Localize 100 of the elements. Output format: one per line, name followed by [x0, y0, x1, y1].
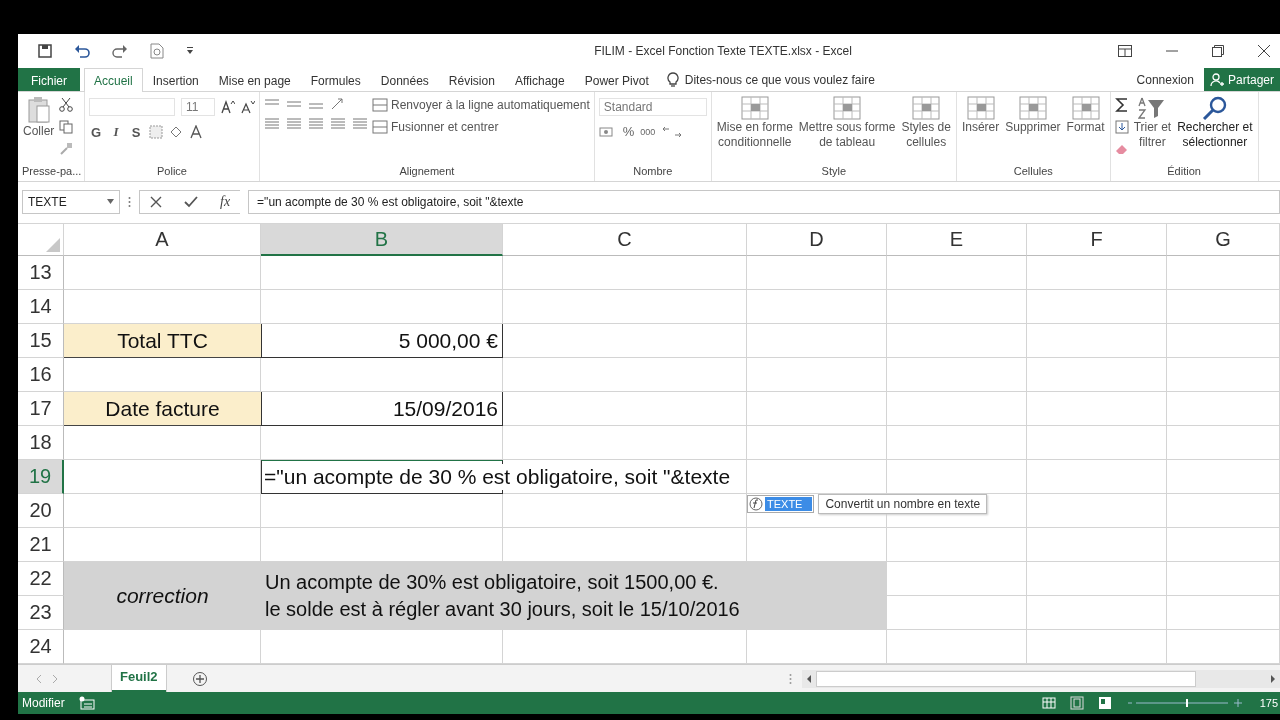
- ribbon-button[interactable]: Mise en forme conditionnelle: [715, 96, 794, 150]
- horizontal-scrollbar[interactable]: [802, 669, 1280, 688]
- undo-icon[interactable]: [74, 44, 90, 58]
- thousands-button[interactable]: 000: [640, 126, 656, 137]
- align-lines-icon[interactable]: [286, 98, 302, 110]
- ribbon-tab[interactable]: Formules: [300, 68, 371, 91]
- scissors-icon[interactable]: [59, 98, 74, 112]
- paintbrush-icon[interactable]: [59, 142, 74, 156]
- ribbon-tab[interactable]: Accueil: [84, 68, 143, 92]
- normal-view-icon[interactable]: [1041, 696, 1056, 710]
- row-header[interactable]: 17: [18, 392, 64, 426]
- bold-button[interactable]: G: [89, 124, 103, 140]
- cancel-icon[interactable]: [150, 195, 162, 208]
- fill-down-icon[interactable]: [1114, 120, 1129, 134]
- ribbon-tab[interactable]: Données: [370, 68, 439, 91]
- merge-icon: [372, 120, 388, 134]
- cell-editor[interactable]: ="un acompte de 30 % est obligatoire, soit "&texte: [264, 464, 731, 490]
- shrink-font-icon[interactable]: [241, 100, 255, 114]
- percent-button[interactable]: %: [622, 124, 635, 139]
- column-header[interactable]: B: [261, 224, 503, 256]
- print-preview-icon[interactable]: [150, 43, 164, 59]
- column-header[interactable]: G: [1167, 224, 1280, 256]
- insert-function-button[interactable]: fx: [220, 193, 231, 210]
- macro-record-icon[interactable]: [78, 696, 95, 710]
- close-icon[interactable]: [1258, 45, 1270, 57]
- column-header[interactable]: A: [64, 224, 261, 256]
- align-lines-icon[interactable]: [330, 118, 346, 130]
- copy-icon[interactable]: [59, 120, 74, 134]
- scroll-right-icon[interactable]: [52, 674, 58, 683]
- share-button[interactable]: Partager: [1203, 68, 1280, 91]
- ribbon-button[interactable]: Insérer: [960, 96, 1001, 135]
- row-header[interactable]: 13: [18, 256, 64, 290]
- font-color-icon[interactable]: [189, 125, 203, 139]
- number-format-field[interactable]: Standard: [598, 98, 707, 116]
- column-header[interactable]: E: [887, 224, 1027, 256]
- scroll-left-icon[interactable]: [36, 674, 42, 683]
- scroll-left-icon: [806, 674, 812, 683]
- row-header[interactable]: 18: [18, 426, 64, 460]
- wrap-text-button[interactable]: Renvoyer à la ligne automatiquement: [372, 98, 590, 112]
- row-header[interactable]: 21: [18, 528, 64, 562]
- align-lines-icon[interactable]: [308, 118, 324, 130]
- row-header[interactable]: 23: [18, 596, 64, 630]
- restore-icon[interactable]: [1212, 45, 1224, 57]
- ribbon-tab[interactable]: Insertion: [142, 68, 209, 91]
- row-header[interactable]: 22: [18, 562, 64, 596]
- column-header[interactable]: D: [747, 224, 887, 256]
- sheet-tab[interactable]: Feuil2: [112, 665, 166, 692]
- dropdown-arrow-icon: [107, 199, 114, 204]
- find-select-button[interactable]: Rechercher et sélectionner: [1176, 96, 1254, 150]
- checkmark-icon[interactable]: [184, 195, 198, 208]
- tell-me-field[interactable]: Dites-nous ce que vous voulez faire: [658, 68, 897, 91]
- orientation-icon[interactable]: [330, 98, 346, 110]
- ribbon-tab[interactable]: Power Pivot: [574, 68, 659, 91]
- font-name-field[interactable]: [89, 98, 175, 116]
- ribbon-button[interactable]: Format: [1065, 96, 1106, 135]
- table-grid-icon: [966, 96, 995, 120]
- eraser-icon[interactable]: [1114, 142, 1129, 156]
- ribbon-display-icon[interactable]: [1118, 45, 1132, 57]
- formula-field[interactable]: ="un acompte de 30 % est obligatoire, soit "&texte: [248, 189, 1280, 214]
- paste-button[interactable]: Coller: [22, 96, 56, 139]
- page-break-icon[interactable]: [1097, 696, 1112, 710]
- page-layout-icon[interactable]: [1069, 696, 1084, 710]
- table-grid-icon: [1071, 96, 1100, 120]
- save-icon[interactable]: [38, 44, 52, 58]
- sum-icon[interactable]: [1114, 98, 1129, 112]
- row-header[interactable]: 20: [18, 494, 64, 528]
- name-box[interactable]: TEXTE: [22, 189, 120, 214]
- font-size-field[interactable]: 11: [181, 98, 215, 116]
- ribbon-button[interactable]: Supprimer: [1004, 96, 1062, 135]
- italic-button[interactable]: I: [109, 124, 123, 140]
- wrap-text-icon: [372, 98, 388, 112]
- fill-color-icon[interactable]: [169, 125, 183, 139]
- row-header[interactable]: 24: [18, 630, 64, 664]
- column-header[interactable]: F: [1027, 224, 1167, 256]
- row-header[interactable]: 16: [18, 358, 64, 392]
- group-label: Alignement: [399, 165, 455, 177]
- file-tab[interactable]: Fichier: [18, 68, 80, 91]
- align-lines-icon[interactable]: [352, 118, 368, 130]
- ribbon-tab[interactable]: Affichage: [504, 68, 575, 91]
- merge-center-button[interactable]: Fusionner et centrer: [372, 120, 590, 134]
- ribbon-button[interactable]: Styles de cellules: [900, 96, 952, 150]
- ribbon-tab[interactable]: Mise en page: [208, 68, 301, 91]
- table-grid-icon: [740, 96, 769, 120]
- ribbon-button[interactable]: Mettre sous forme de tableau: [797, 96, 897, 150]
- row-header[interactable]: 19: [18, 460, 64, 494]
- zoom-level[interactable]: 175: [1259, 697, 1280, 709]
- ribbon-tab[interactable]: Révision: [438, 68, 505, 91]
- align-lines-icon[interactable]: [286, 118, 302, 130]
- grow-font-icon[interactable]: [221, 100, 235, 114]
- add-sheet-icon[interactable]: [191, 670, 208, 687]
- underline-button[interactable]: S: [129, 124, 143, 140]
- redo-icon[interactable]: [112, 44, 128, 58]
- align-lines-icon[interactable]: [264, 118, 280, 130]
- row-header[interactable]: 14: [18, 290, 64, 324]
- row-header[interactable]: 15: [18, 324, 64, 358]
- sort-filter-button[interactable]: Trier et filtrer: [1132, 96, 1173, 150]
- column-header[interactable]: C: [503, 224, 747, 256]
- group-label: Police: [157, 165, 187, 177]
- sign-in-link[interactable]: Connexion: [1126, 68, 1204, 91]
- dropdown-icon[interactable]: [186, 47, 194, 55]
